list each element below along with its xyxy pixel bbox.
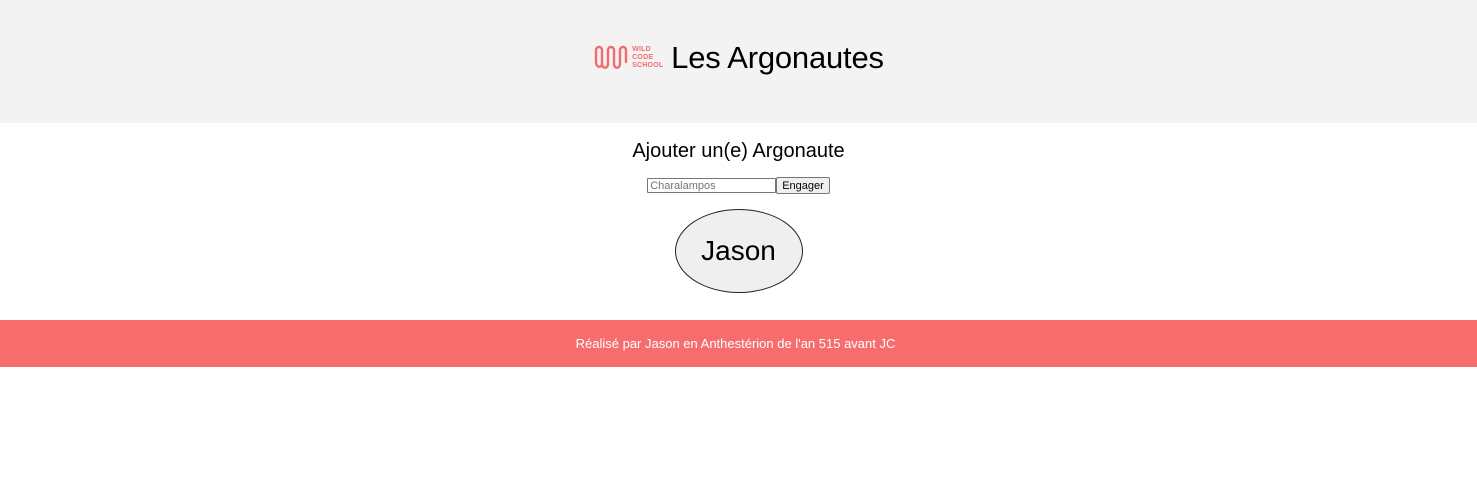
footer-text: Réalisé par Jason en Anthestérion de l'a… <box>575 336 896 351</box>
member-list: Jason <box>674 209 803 293</box>
main-content: Ajouter un(e) Argonaute Engager Jason <box>0 123 1477 320</box>
section-title: Ajouter un(e) Argonaute <box>632 140 845 162</box>
member-card: Jason <box>674 209 803 293</box>
name-input[interactable] <box>647 178 777 193</box>
wild-code-school-logo: WILD CODE SCHOOL <box>593 42 671 74</box>
wild-code-school-logo-icon <box>594 45 628 69</box>
page-header: WILD CODE SCHOOL Les Argonautes <box>0 0 1477 123</box>
page-footer: Réalisé par Jason en Anthestérion de l'a… <box>0 320 1477 367</box>
logo-line-1: WILD <box>632 45 651 53</box>
engage-button[interactable]: Engager <box>776 177 830 194</box>
new-member-form: Engager <box>647 177 830 194</box>
logo-line-3: SCHOOL <box>632 61 664 69</box>
page-title: Les Argonautes <box>671 39 884 75</box>
brand: WILD CODE SCHOOL Les Argonautes <box>593 40 884 76</box>
logo-wordmark: WILD CODE SCHOOL <box>632 46 663 70</box>
logo-line-2: CODE <box>632 53 654 61</box>
